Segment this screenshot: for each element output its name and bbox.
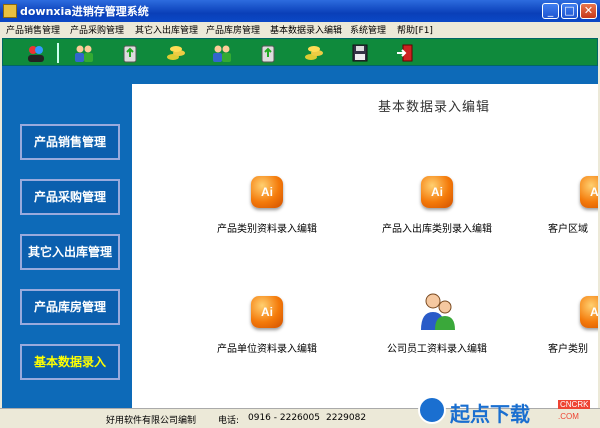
sidebar-item-sales[interactable]: 产品销售管理	[20, 124, 120, 160]
people-icon	[417, 292, 457, 330]
item-label: 客户区域	[548, 224, 588, 235]
status-company: 好用软件有限公司编制	[106, 416, 197, 426]
app-icon	[3, 4, 17, 18]
ai-icon: Ai	[576, 172, 598, 210]
status-phone: 0916 - 2226005	[248, 413, 320, 423]
logo-text: 起点下载	[450, 404, 530, 426]
menu-warehouse[interactable]: 产品库房管理	[206, 23, 260, 36]
item-product-unit[interactable]: Ai 产品单位资料录入编辑	[192, 292, 342, 362]
item-stock-category[interactable]: Ai 产品入出库类别录入编辑	[362, 172, 512, 242]
recycle-bin-icon[interactable]	[257, 42, 279, 64]
disk-icon[interactable]	[349, 42, 371, 64]
sidebar-item-warehouse[interactable]: 产品库房管理	[20, 289, 120, 325]
menu-bar: 产品销售管理 产品采购管理 其它入出库管理 产品库房管理 基本数据录入编辑 系统…	[0, 22, 600, 38]
menu-basic-data[interactable]: 基本数据录入编辑	[270, 23, 342, 36]
item-label: 产品类别资料录入编辑	[217, 224, 317, 235]
coins-icon[interactable]	[303, 42, 325, 64]
users-icon[interactable]	[25, 42, 47, 64]
menu-purchase[interactable]: 产品采购管理	[70, 23, 124, 36]
logo-icon	[418, 396, 446, 424]
item-customer-category[interactable]: Ai 客户类别	[532, 292, 598, 362]
group-icon[interactable]	[211, 42, 233, 64]
sidebar-item-purchase[interactable]: 产品采购管理	[20, 179, 120, 215]
item-label: 客户类别	[548, 344, 588, 355]
item-product-category[interactable]: Ai 产品类别资料录入编辑	[192, 172, 342, 242]
recycle-bin-icon[interactable]	[119, 42, 141, 64]
coins-icon[interactable]	[165, 42, 187, 64]
item-staff[interactable]: 公司员工资料录入编辑	[362, 292, 512, 362]
content-area: 基本数据录入编辑 Ai 产品类别资料录入编辑 Ai 产品入出库类别录入编辑 Ai…	[132, 84, 598, 408]
item-label: 产品入出库类别录入编辑	[382, 224, 492, 235]
maximize-button[interactable]: □	[561, 3, 578, 19]
status-phone-label: 电话:	[218, 416, 240, 426]
item-label: 产品单位资料录入编辑	[217, 344, 317, 355]
minimize-button[interactable]: _	[542, 3, 559, 19]
ai-icon: Ai	[247, 172, 287, 210]
toolbar-separator	[57, 43, 59, 63]
menu-help[interactable]: 帮助[F1]	[397, 23, 433, 36]
title-bar[interactable]: downxia进销存管理系统 _ □ ✕	[0, 0, 600, 22]
ai-icon: Ai	[417, 172, 457, 210]
exit-door-icon[interactable]	[395, 42, 417, 64]
item-customer-region[interactable]: Ai 客户区域	[532, 172, 598, 242]
menu-other-stock[interactable]: 其它入出库管理	[135, 23, 198, 36]
app-window: downxia进销存管理系统 _ □ ✕ 产品销售管理 产品采购管理 其它入出库…	[0, 0, 600, 428]
logo-badge: CNCRK	[558, 400, 591, 409]
toolbar	[2, 38, 598, 66]
ai-icon: Ai	[576, 292, 598, 330]
sidebar-item-basic-data[interactable]: 基本数据录入	[20, 344, 120, 380]
item-label: 公司员工资料录入编辑	[387, 344, 487, 355]
sidebar-item-other-stock[interactable]: 其它入出库管理	[20, 234, 120, 270]
status-phone2: 2229082	[326, 413, 367, 423]
logo-domain: .COM	[558, 412, 579, 421]
close-button[interactable]: ✕	[580, 3, 597, 19]
menu-system[interactable]: 系统管理	[350, 23, 386, 36]
window-title: downxia进销存管理系统	[20, 5, 149, 18]
page-title: 基本数据录入编辑	[378, 100, 491, 115]
menu-sales[interactable]: 产品销售管理	[6, 23, 60, 36]
group-icon[interactable]	[73, 42, 95, 64]
ai-icon: Ai	[247, 292, 287, 330]
watermark-logo: 起点下载 CNCRK .COM	[418, 396, 598, 428]
